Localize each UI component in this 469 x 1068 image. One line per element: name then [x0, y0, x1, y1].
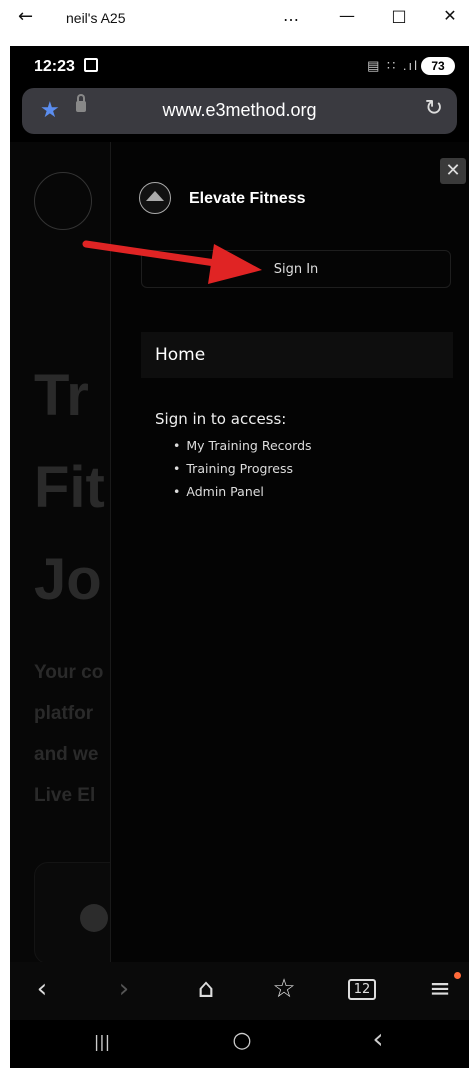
nav-item-home[interactable]: Home	[141, 332, 453, 378]
close-drawer-icon[interactable]: ✕	[440, 158, 466, 184]
system-back-icon[interactable]: ‹	[358, 1022, 398, 1055]
background-dot	[80, 904, 108, 932]
hero-line-3: Jo	[34, 547, 102, 612]
reload-icon[interactable]: ↻	[425, 96, 443, 121]
hero-line-1: Tr	[34, 363, 89, 428]
access-list-item: Admin Panel	[173, 484, 312, 507]
nav-menu-icon[interactable]: ≡	[420, 974, 460, 1004]
access-list-item: My Training Records	[173, 438, 311, 461]
status-time: 12:23	[34, 58, 75, 75]
subtitle-line-1: Your co	[34, 662, 104, 683]
subtitle-line-3: and we	[34, 744, 99, 765]
url-bar[interactable]: ★ www.e3method.org ↻	[22, 88, 457, 134]
access-heading: Sign in to access:	[155, 410, 287, 428]
brand-name[interactable]: Elevate Fitness	[189, 190, 306, 208]
nav-forward-icon[interactable]: ›	[104, 974, 144, 1004]
more-icon[interactable]: …	[276, 6, 306, 25]
system-nav-bar: ||| ○ ‹	[10, 1020, 469, 1068]
access-list-item: Training Progress	[173, 461, 312, 484]
back-arrow-icon[interactable]: ←	[18, 6, 33, 27]
browser-bottom-nav: ‹ › ⌂ ☆ 12 ≡	[10, 962, 469, 1020]
hero-line-2: Fit	[34, 455, 105, 520]
site-logo-icon	[34, 172, 92, 230]
window-title: neil's A25	[66, 10, 126, 26]
subtitle-line-2: platfor	[34, 703, 94, 724]
battery-icon: 73	[421, 57, 455, 75]
nav-home-icon[interactable]: ⌂	[186, 974, 226, 1004]
brand-logo-icon[interactable]	[139, 182, 171, 214]
recents-icon[interactable]: |||	[82, 1032, 122, 1051]
subtitle-line-4: Live El	[34, 785, 96, 806]
close-window-button[interactable]: ✕	[435, 6, 465, 25]
signal-icon: ▤ ∷ .ıl	[367, 58, 419, 73]
url-text[interactable]: www.e3method.org	[22, 100, 457, 121]
minimize-button[interactable]: —	[332, 6, 362, 25]
phone-screen: 12:23 ▤ ∷ .ıl 73 ★ www.e3method.org ↻ Tr…	[10, 46, 469, 1068]
menu-badge	[454, 972, 461, 979]
nav-bookmarks-icon[interactable]: ☆	[264, 974, 304, 1004]
sign-in-button[interactable]: Sign In	[141, 250, 451, 288]
sim-icon	[84, 58, 98, 72]
access-list: My Training Records Training Progress Ad…	[173, 438, 312, 507]
nav-back-icon[interactable]: ‹	[22, 974, 62, 1004]
maximize-button[interactable]: □	[384, 6, 414, 25]
tabs-count: 12	[347, 979, 377, 1000]
system-home-icon[interactable]: ○	[222, 1028, 262, 1053]
status-bar: 12:23 ▤ ∷ .ıl 73	[10, 46, 469, 86]
tabs-count-icon[interactable]: 12	[342, 979, 382, 1000]
nav-drawer: ✕ Elevate Fitness Sign In Home Sign in t…	[110, 142, 469, 962]
window-titlebar: ← neil's A25 … — □ ✕	[0, 0, 469, 38]
